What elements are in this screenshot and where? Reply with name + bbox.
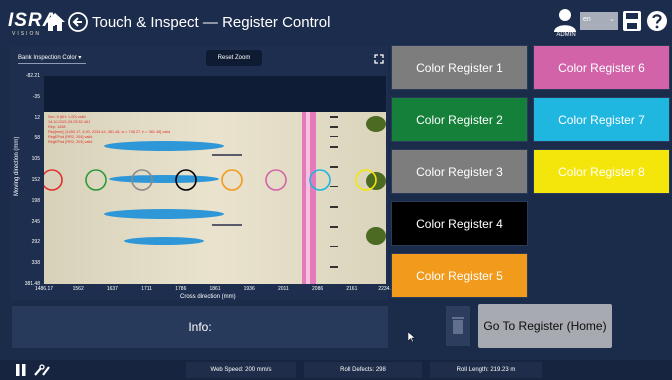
roll-defects-status: Roll Defects: 298 (304, 362, 422, 378)
pause-icon[interactable] (16, 364, 26, 376)
inspection-image-canvas: Scn: 8 (6H: 1.00) valid14.10.2021,09:25:… (44, 112, 386, 284)
web-speed-status: Web Speed: 200 mm/s (186, 362, 296, 378)
y-tick-label: 245 (31, 218, 40, 225)
delete-button[interactable] (446, 306, 470, 346)
isra-logo-sub: VISION (12, 31, 41, 37)
inspection-viewer: Bank Inspection Color ▾ Reset Zoom Scn: … (10, 46, 394, 300)
x-axis-label: Cross direction (mm) (180, 294, 236, 300)
overlay-text-line: Rep: 1438 (48, 125, 66, 129)
color-register-button-3[interactable]: Color Register 3 (391, 149, 528, 194)
reset-zoom-button[interactable]: Reset Zoom (206, 50, 262, 66)
app-window: ISRA VISION Touch & Inspect — Register C… (0, 0, 672, 380)
bank-select[interactable]: Bank Inspection Color ▾ (18, 54, 86, 64)
language-select[interactable]: en ⌄ (580, 12, 618, 30)
inspection-image[interactable]: Scn: 8 (6H: 1.00) valid 14.10.2021,09:25:… (44, 76, 386, 284)
y-tick-label: 198 (31, 197, 40, 204)
bank-select-value: Bank Inspection Color (18, 55, 77, 61)
x-tick-label: 1637 (106, 286, 118, 292)
x-tick-label: 1562 (72, 286, 84, 292)
x-tick-label: 1861 (209, 286, 221, 292)
overlay-text-line: Rep[mm]: [1490.17, 6.00, 2234.44, 381.48… (48, 130, 170, 134)
help-icon[interactable] (646, 10, 668, 32)
color-register-button-2[interactable]: Color Register 2 (391, 97, 528, 142)
user-label: ADMIN (556, 32, 576, 38)
overlay-text-line: RegEPod [RR2, 209] valid (48, 140, 92, 144)
color-register-button-6[interactable]: Color Register 6 (533, 45, 670, 90)
color-register-button-4[interactable]: Color Register 4 (391, 201, 528, 246)
expand-icon[interactable] (374, 54, 384, 64)
x-tick-label: 1486.17 (34, 286, 54, 292)
kiwi-shape (366, 227, 386, 245)
page-title: Touch & Inspect — Register Control (92, 14, 331, 31)
color-register-button-1[interactable]: Color Register 1 (391, 45, 528, 90)
x-tick-label: 1786 (175, 286, 187, 292)
tools-icon[interactable] (34, 364, 50, 376)
blue-leaf-shape (124, 237, 204, 245)
y-axis-label: Moving direction (mm) (14, 136, 20, 196)
y-tick-label: -82.21 (25, 73, 40, 79)
back-arrow-icon[interactable] (68, 12, 88, 32)
y-tick-label: 12 (34, 114, 40, 121)
info-panel: Info: (12, 306, 388, 348)
y-tick-label: 292 (31, 239, 40, 246)
overlay-text-line: 14.10.2021,09:25:52.461 (48, 120, 90, 124)
blue-leaf-shape (104, 209, 224, 219)
x-tick-label: 1711 (141, 286, 152, 292)
color-register-button-7[interactable]: Color Register 7 (533, 97, 670, 142)
mouse-cursor-icon (408, 332, 416, 342)
x-tick-label: 1936 (243, 286, 255, 292)
x-tick-label: 2011 (278, 286, 289, 292)
header-bar: ISRA VISION Touch & Inspect — Register C… (0, 0, 672, 46)
chevron-down-icon: ⌄ (609, 16, 615, 23)
overlay-text-line: RegEPod [RR2, 204] valid (48, 135, 92, 139)
blue-leaf-shape (104, 141, 224, 151)
go-to-register-button[interactable]: Go To Register (Home) (478, 304, 612, 348)
blue-leaf-shape (109, 175, 219, 183)
color-register-button-5[interactable]: Color Register 5 (391, 253, 528, 298)
x-tick-label: 2086 (312, 286, 324, 292)
language-value: en (583, 16, 591, 23)
roll-length-status: Roll Length: 219.23 m (430, 362, 542, 378)
color-register-button-8[interactable]: Color Register 8 (533, 149, 670, 194)
y-tick-label: 338 (31, 260, 40, 267)
save-icon[interactable] (622, 10, 642, 32)
overlay-text-line: Scn: 8 (6H: 1.00) valid (48, 115, 86, 119)
kiwi-shape (366, 116, 386, 132)
user-icon[interactable] (552, 8, 578, 32)
y-tick-label: -35 (32, 93, 40, 100)
x-tick-label: 2161 (346, 286, 358, 292)
home-icon[interactable] (44, 12, 66, 32)
trash-icon (452, 317, 464, 334)
